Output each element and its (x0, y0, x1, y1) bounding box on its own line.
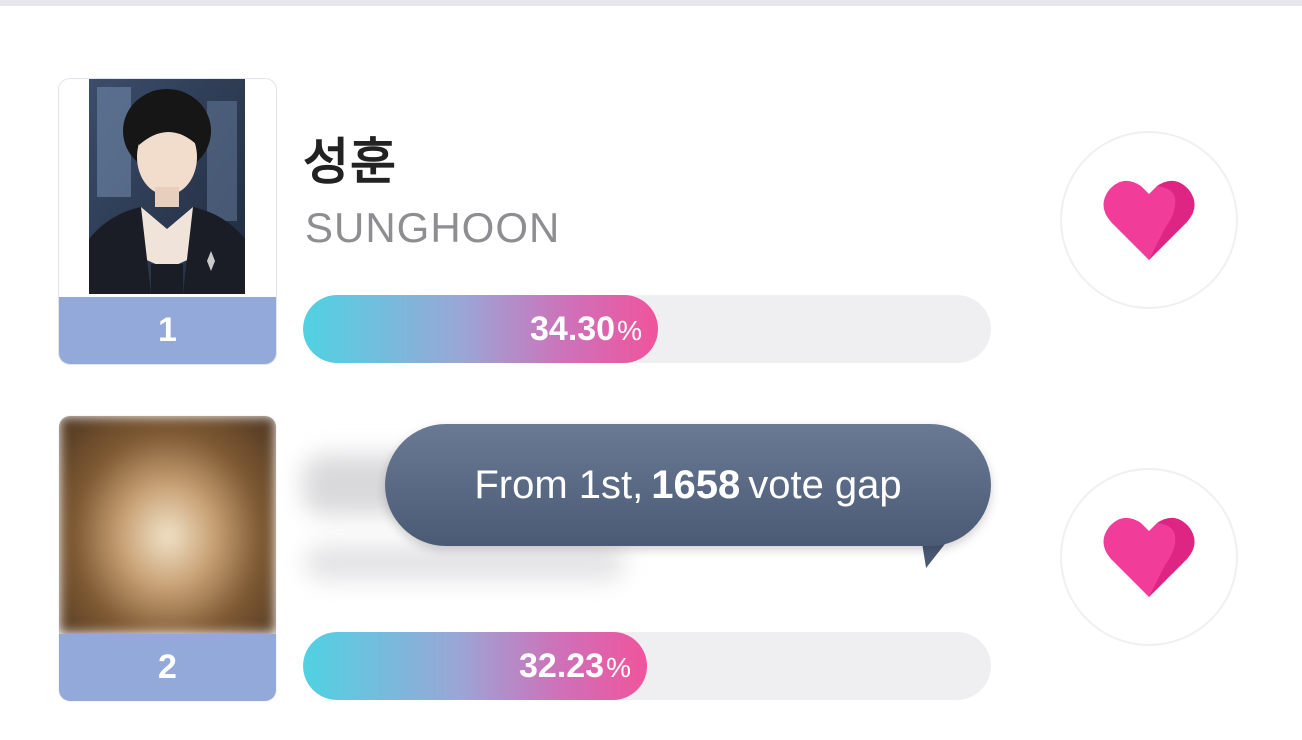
rank-badge: 1 (59, 297, 276, 364)
blurred-photo (59, 416, 276, 634)
member-photo (89, 79, 245, 294)
heart-icon (1103, 517, 1195, 597)
heart-icon (1103, 180, 1195, 260)
member-photo-image (89, 79, 245, 294)
vote-progress-bar: 34.30% (303, 295, 991, 363)
member-name-korean: 성훈 (303, 134, 397, 190)
vote-progress-fill: 32.23% (303, 632, 647, 700)
percent-sign: % (606, 652, 631, 683)
ranking-row-1[interactable]: 1 성훈 SUNGHOON 34.30% (0, 78, 1302, 368)
tooltip-prefix: From 1st, (474, 462, 644, 507)
vote-heart-button[interactable] (1060, 131, 1238, 309)
vote-progress-fill: 34.30% (303, 295, 658, 363)
vote-percent-value: 34.30 (530, 310, 616, 348)
vote-percent-label: 34.30% (530, 295, 642, 363)
blurred-member-name-english (305, 545, 625, 580)
tooltip-gap-value: 1658 (651, 462, 741, 507)
percent-sign: % (617, 315, 642, 346)
vote-progress-bar: 32.23% (303, 632, 991, 700)
rank-badge: 2 (59, 634, 276, 701)
vote-gap-tooltip: From 1st, 1658 vote gap (385, 424, 991, 546)
top-divider (0, 0, 1302, 6)
member-name-english: SUNGHOON (305, 204, 561, 251)
tooltip-suffix: vote gap (748, 462, 902, 507)
member-card[interactable]: 1 (58, 78, 277, 365)
vote-heart-button[interactable] (1060, 468, 1238, 646)
member-card[interactable]: 2 (58, 415, 277, 702)
vote-percent-value: 32.23 (519, 647, 605, 685)
vote-percent-label: 32.23% (519, 632, 631, 700)
